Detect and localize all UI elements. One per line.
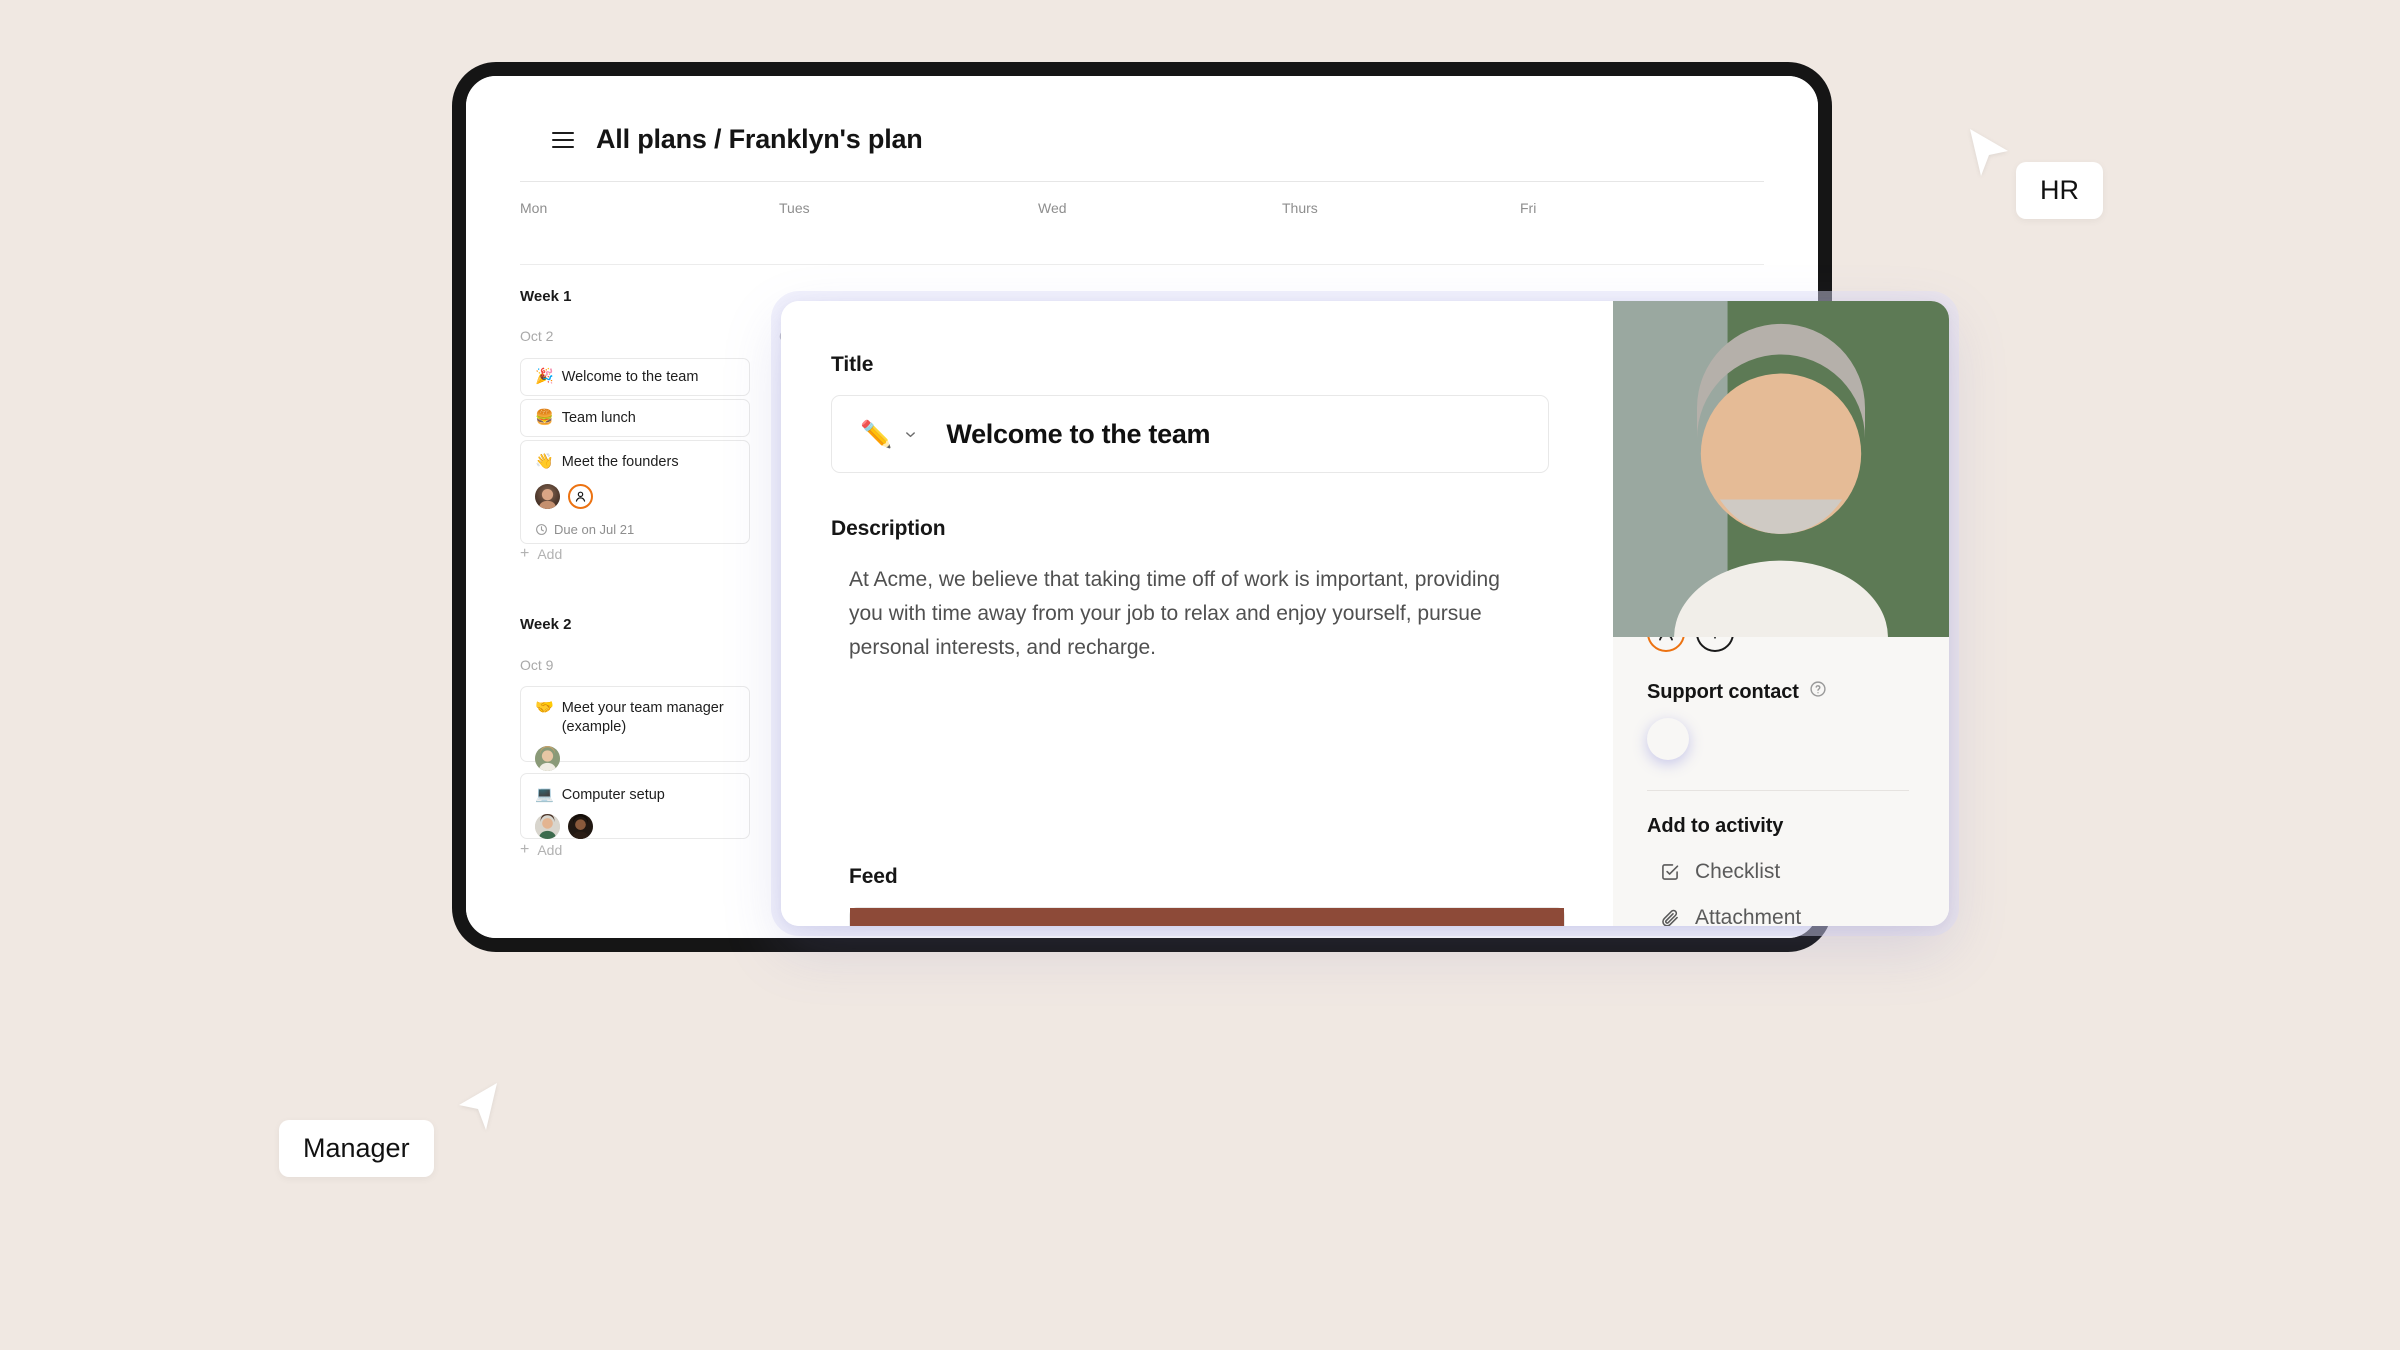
- checklist-icon: [1659, 861, 1681, 883]
- feed-composer[interactable]: Add message here Everyone: [849, 907, 1565, 926]
- support-contact-avatar-row: [1613, 301, 1949, 760]
- laptop-icon: 💻: [535, 786, 554, 803]
- task-card-title-row: 🍔 Team lunch: [535, 409, 735, 428]
- avatar: [850, 908, 1564, 926]
- plus-icon: +: [520, 545, 530, 562]
- avatar[interactable]: [535, 746, 560, 772]
- title-input[interactable]: ✏️ Welcome to the team: [831, 395, 1549, 473]
- day-header-divider: [520, 264, 1764, 265]
- handshake-icon: 🤝: [535, 699, 554, 716]
- description-field-label: Description: [831, 517, 946, 540]
- task-detail-sidebar: Status To do Starts on Mon, Oct 2, 10H00…: [1613, 301, 1949, 926]
- task-card[interactable]: 🤝 Meet your team manager (example): [520, 686, 750, 772]
- day-header-fri: Fri: [1520, 200, 1537, 216]
- feed-label: Feed: [849, 865, 898, 888]
- day-header-row: Mon Tues Wed Thurs Fri: [520, 182, 1764, 238]
- task-card-due: Due on Jul 21: [535, 522, 735, 537]
- week-label-1: Week 1: [520, 288, 572, 305]
- cursor-arrow-icon: [1966, 126, 2012, 184]
- party-popper-icon: 🎉: [535, 368, 554, 385]
- support-contact-label: Support contact: [1647, 680, 1799, 703]
- task-card[interactable]: 🍔 Team lunch: [520, 399, 750, 437]
- help-circle-icon[interactable]: [1809, 680, 1827, 704]
- cursor-label: HR: [2016, 162, 2103, 219]
- add-task-button-week1[interactable]: + Add: [520, 545, 563, 563]
- day-header-tues: Tues: [779, 200, 810, 216]
- task-card-label: Team lunch: [561, 410, 636, 426]
- task-card-assignees: [535, 814, 735, 840]
- task-card-label: Meet your team manager (example): [561, 700, 724, 736]
- breadcrumb: All plans / Franklyn's plan: [596, 124, 923, 154]
- due-label: Due on Jul 21: [554, 522, 635, 538]
- assignee-placeholder-icon[interactable]: [568, 484, 593, 510]
- task-card-title-row: 💻 Computer setup: [535, 786, 735, 805]
- pencil-icon: ✏️: [860, 418, 893, 449]
- avatar[interactable]: [535, 814, 560, 840]
- avatar[interactable]: [1613, 301, 1949, 760]
- task-card-title-row: 🎉 Welcome to the team: [535, 368, 735, 387]
- task-card[interactable]: 👋 Meet the founders Due on Jul 21: [520, 440, 750, 544]
- task-card-label: Computer setup: [561, 787, 665, 803]
- add-to-activity-label: Add to activity: [1647, 815, 1784, 837]
- support-contact-row: Support contact: [1647, 680, 1909, 704]
- add-label: Add: [537, 842, 563, 858]
- cursor-arrow-icon: [455, 1080, 501, 1138]
- hamburger-food-icon: 🍔: [535, 409, 554, 426]
- day-header-mon: Mon: [520, 200, 548, 216]
- activity-action-list: Checklist Attachment Clip: [1647, 860, 1909, 926]
- day-header-wed: Wed: [1038, 200, 1067, 216]
- description-text[interactable]: At Acme, we believe that taking time off…: [849, 563, 1509, 665]
- avatar[interactable]: [568, 814, 593, 840]
- sidebar-divider: [1647, 790, 1909, 791]
- avatar[interactable]: [535, 484, 560, 510]
- task-card[interactable]: 💻 Computer setup: [520, 773, 750, 840]
- add-label: Add: [537, 546, 563, 562]
- task-detail-modal: Title ✏️ Welcome to the team Description…: [781, 301, 1949, 926]
- cursor-hr: HR: [1966, 126, 2103, 219]
- date-label-oct9: Oct 9: [520, 657, 554, 673]
- task-card-assignees: [535, 746, 735, 772]
- chevron-down-icon: [903, 427, 918, 442]
- cursor-manager: Manager: [279, 1080, 501, 1177]
- day-header-thurs: Thurs: [1282, 200, 1318, 216]
- activity-item-checklist[interactable]: Checklist: [1647, 860, 1909, 884]
- task-card-label: Welcome to the team: [561, 369, 699, 385]
- activity-item-attachment[interactable]: Attachment: [1647, 906, 1909, 926]
- emoji-picker[interactable]: ✏️: [860, 419, 918, 450]
- task-card-title-row: 🤝 Meet your team manager (example): [535, 699, 735, 737]
- add-task-button-week2[interactable]: + Add: [520, 841, 563, 859]
- task-card-title-row: 👋 Meet the founders: [535, 453, 735, 472]
- task-detail-main: Title ✏️ Welcome to the team Description…: [781, 301, 1613, 926]
- plus-icon: +: [520, 841, 530, 858]
- title-field-label: Title: [831, 353, 874, 376]
- task-card-assignees: [535, 484, 735, 510]
- waving-hand-icon: 👋: [535, 453, 554, 470]
- week-label-2: Week 2: [520, 616, 572, 633]
- cursor-label: Manager: [279, 1120, 434, 1177]
- activity-item-label: Attachment: [1695, 906, 1802, 926]
- attachment-icon: [1659, 907, 1681, 926]
- title-value: Welcome to the team: [946, 418, 1211, 449]
- plan-header: All plans / Franklyn's plan: [466, 76, 1818, 155]
- activity-item-label: Checklist: [1695, 860, 1781, 883]
- date-label-oct2: Oct 2: [520, 328, 554, 344]
- task-card[interactable]: 🎉 Welcome to the team: [520, 358, 750, 396]
- clock-icon: [536, 524, 547, 536]
- task-card-label: Meet the founders: [561, 454, 679, 470]
- hamburger-icon[interactable]: [552, 131, 574, 148]
